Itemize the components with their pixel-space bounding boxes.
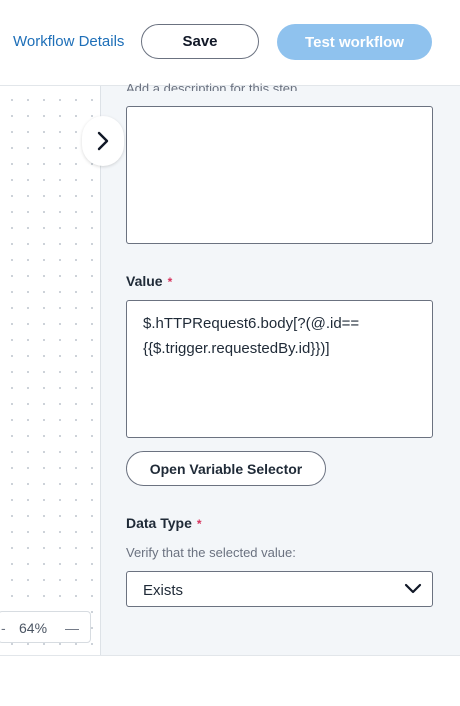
value-text-line: $.hTTPRequest6.body[?(@.id== [143,315,360,332]
required-marker: * [167,275,173,289]
value-text-line: {{$.trigger.requestedBy.id}})] [143,340,330,357]
open-variable-selector-button[interactable]: Open Variable Selector [126,451,326,486]
zoom-level: 64% [19,620,48,636]
data-type-selected-value: Exists [143,582,184,599]
collapse-panel-button[interactable] [82,116,124,166]
data-type-select[interactable]: Exists [126,571,433,607]
zoom-in-button[interactable]: — [65,620,79,636]
workflow-details-link[interactable]: Workflow Details [13,33,124,50]
chevron-down-icon [404,583,422,594]
value-label: Value * [126,273,173,289]
test-workflow-button[interactable]: Test workflow [277,24,432,60]
chevron-right-icon [97,131,109,151]
description-hint: Add a description for this step [126,81,298,91]
zoom-out-button[interactable]: - [1,620,6,636]
data-type-label: Data Type * [126,515,202,531]
workflow-canvas[interactable] [0,86,100,654]
data-type-help-text: Verify that the selected value: [126,545,296,560]
bottom-area [0,655,460,706]
required-marker: * [196,517,202,531]
zoom-control: - 64% — [0,611,91,643]
value-textarea[interactable]: $.hTTPRequest6.body[?(@.id== {{$.trigger… [126,300,433,438]
description-textarea[interactable] [126,106,433,244]
save-button[interactable]: Save [141,24,259,59]
top-toolbar: Workflow Details Save Test workflow [0,0,460,86]
